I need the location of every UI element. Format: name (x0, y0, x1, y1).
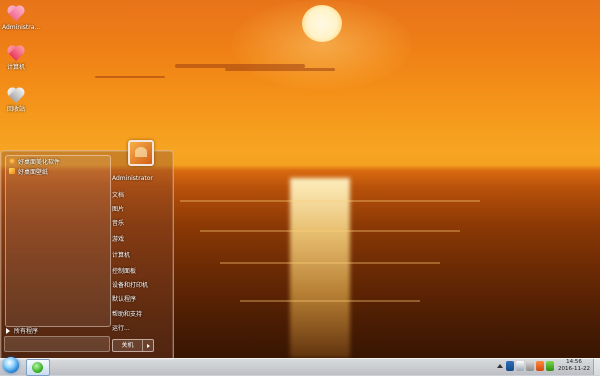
pinned-program-item[interactable]: 好桌面壁纸 (6, 166, 110, 176)
start-menu-item-default-programs[interactable]: 默认程序 (112, 294, 136, 303)
desktop-icon-label: 计算机 (6, 64, 25, 71)
sun-reflection (290, 178, 350, 358)
start-menu-item-computer[interactable]: 计算机 (112, 250, 130, 259)
start-menu-programs-pane: 好桌面美化软件 好桌面壁纸 (5, 155, 111, 327)
shutdown-options-button[interactable] (143, 340, 153, 351)
right-arrow-icon (146, 343, 150, 348)
antivirus-icon[interactable] (536, 361, 544, 371)
clock-time: 14:56 (566, 359, 582, 365)
taskbar-app-button[interactable] (26, 359, 50, 376)
browser-icon (32, 362, 43, 373)
pink-heart-icon (7, 6, 25, 22)
program-icon (9, 158, 15, 164)
desktop-icon-administrator[interactable]: Administra... (2, 6, 41, 32)
shutdown-button[interactable]: 关机 (113, 340, 143, 351)
start-menu-item-run[interactable]: 运行... (112, 323, 130, 332)
pinned-program-item[interactable]: 好桌面美化软件 (6, 156, 110, 166)
water-ripple (220, 262, 440, 264)
show-hidden-icon[interactable] (497, 364, 503, 368)
start-menu-item-games[interactable]: 游戏 (112, 234, 124, 243)
start-menu-item-help-support[interactable]: 帮助和支持 (112, 309, 142, 318)
desktop-icon-label: Administra... (2, 24, 41, 31)
water-ripple (180, 200, 480, 202)
start-menu-item-pictures[interactable]: 图片 (112, 204, 124, 213)
red-heart-icon (7, 46, 25, 62)
start-search-input[interactable] (4, 336, 110, 352)
desktop-icon-recycle-bin[interactable]: 回收站 (2, 88, 30, 114)
user-picture[interactable] (128, 140, 154, 166)
security-icon[interactable] (546, 361, 554, 371)
start-menu-user-name[interactable]: Administrator (112, 175, 153, 182)
program-label: 好桌面壁纸 (18, 168, 49, 176)
start-menu-item-music[interactable]: 音乐 (112, 218, 124, 227)
start-menu-item-documents[interactable]: 文档 (112, 190, 124, 199)
silver-heart-icon (7, 88, 25, 104)
sun (302, 5, 342, 42)
start-menu-item-devices-printers[interactable]: 设备和打印机 (112, 280, 148, 289)
cloud (95, 76, 165, 78)
start-menu-item-control-panel[interactable]: 控制面板 (112, 266, 136, 275)
right-arrow-icon (6, 327, 10, 334)
taskbar-clock[interactable]: 14:56 2016-11-22 (558, 359, 590, 373)
program-label: 好桌面美化软件 (18, 158, 61, 166)
shutdown-button-group: 关机 (112, 339, 154, 352)
all-programs-label: 所有程序 (14, 328, 39, 335)
desktop-icon-label: 回收站 (6, 106, 25, 113)
desktop-icon-computer[interactable]: 计算机 (2, 46, 30, 72)
water-ripple (240, 300, 420, 302)
wallpaper-icon (9, 168, 15, 174)
cloud (225, 68, 335, 71)
clock-date: 2016-11-22 (558, 366, 590, 372)
volume-icon[interactable] (516, 361, 524, 371)
water-ripple (200, 230, 460, 232)
start-button[interactable] (3, 357, 19, 373)
show-desktop-button[interactable] (593, 359, 600, 375)
flag-icon[interactable] (526, 361, 534, 371)
all-programs-button[interactable]: 所有程序 (6, 326, 38, 335)
network-icon[interactable] (506, 361, 514, 371)
